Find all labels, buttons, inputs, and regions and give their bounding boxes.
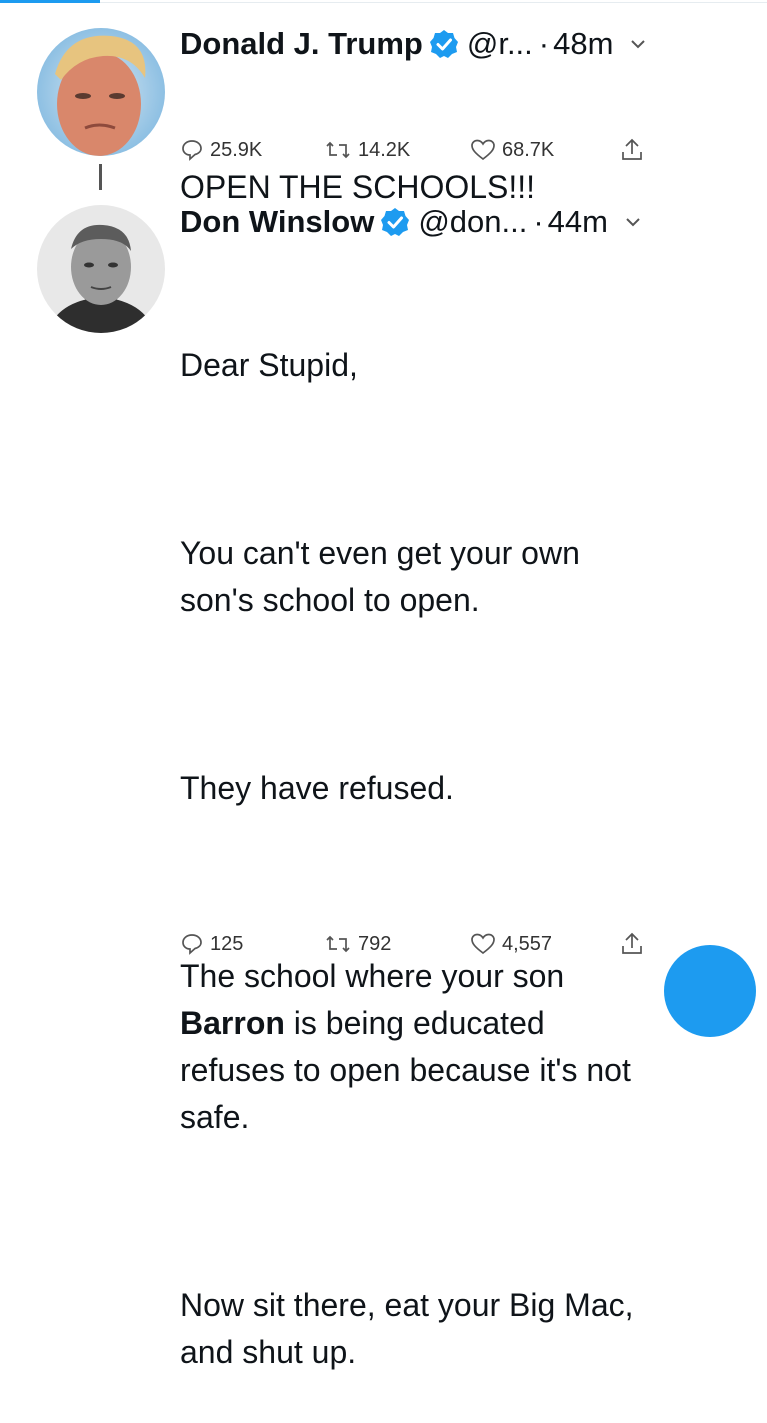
reply-button[interactable]: 125: [180, 926, 243, 962]
retweet-count: 792: [358, 932, 392, 955]
top-divider: [100, 2, 767, 3]
like-count: 4,557: [502, 932, 553, 955]
like-icon: [471, 933, 495, 955]
share-button[interactable]: [620, 926, 650, 962]
reply-count: 125: [210, 932, 244, 955]
tweet-greeting: Dear Stupid,: [180, 347, 358, 383]
author-name[interactable]: Don Winslow: [180, 204, 374, 240]
avatar-trump[interactable]: [37, 28, 165, 156]
tweet-2-header: Don Winslow @don... · 44m: [180, 202, 642, 242]
avatar-winslow[interactable]: [37, 205, 165, 333]
tweet-paragraph-1: You can't even get your own son's school…: [180, 535, 580, 618]
retweet-icon: [326, 935, 350, 953]
tweet-paragraph-2: They have refused.: [180, 770, 454, 806]
reply-button[interactable]: 25.9K: [180, 132, 262, 168]
tweet-1-header: Donald J. Trump @r... · 48m: [180, 24, 647, 64]
share-icon: [622, 932, 642, 954]
bold-name: Barron: [180, 1005, 285, 1041]
timestamp[interactable]: 44m: [548, 204, 608, 240]
chevron-down-icon[interactable]: [624, 213, 642, 231]
paragraph-3-lead: The school where your son: [180, 958, 565, 994]
author-handle[interactable]: @r...: [467, 26, 533, 62]
retweet-button[interactable]: 14.2K: [324, 132, 410, 168]
compose-tweet-button[interactable]: [664, 945, 756, 1037]
like-count: 68.7K: [502, 138, 555, 161]
tweet-paragraph-4: Now sit there, eat your Big Mac, and shu…: [180, 1287, 634, 1370]
like-icon: [471, 139, 495, 161]
retweet-icon: [326, 141, 350, 159]
author-name[interactable]: Donald J. Trump: [180, 26, 423, 62]
timestamp[interactable]: 48m: [553, 26, 613, 62]
reply-count: 25.9K: [210, 138, 263, 161]
author-handle[interactable]: @don...: [418, 204, 527, 240]
verified-badge-icon: [380, 207, 410, 237]
retweet-button[interactable]: 792: [324, 926, 391, 962]
reply-icon: [182, 934, 202, 955]
thread-connector: [99, 164, 102, 190]
share-button[interactable]: [620, 132, 650, 168]
share-icon: [622, 138, 642, 160]
top-tab-indicator: [0, 0, 100, 3]
separator-dot: ·: [538, 26, 550, 61]
like-button[interactable]: 4,557: [470, 926, 552, 962]
verified-badge-icon: [429, 29, 459, 59]
reply-icon: [182, 140, 202, 161]
chevron-down-icon[interactable]: [629, 35, 647, 53]
tweet-2-text: Dear Stupid, You can't even get your own…: [180, 248, 750, 1423]
like-button[interactable]: 68.7K: [470, 132, 554, 168]
separator-dot: ·: [533, 204, 544, 239]
retweet-count: 14.2K: [358, 138, 411, 161]
